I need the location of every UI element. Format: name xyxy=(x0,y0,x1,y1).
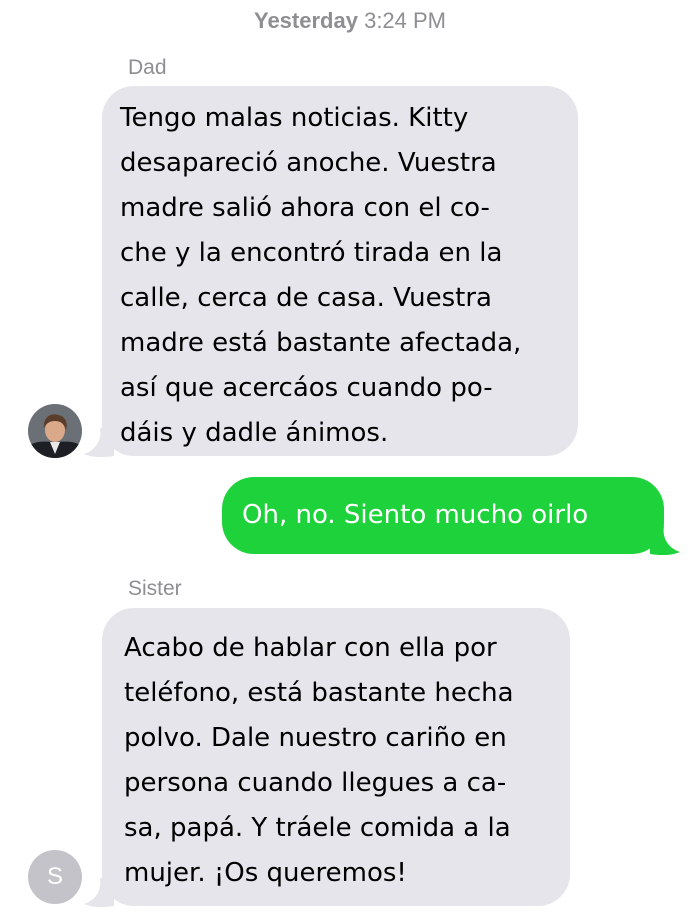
message-line: desapareció anoche. Vuestra xyxy=(120,148,497,178)
message-line: madre está bastante afectada, xyxy=(120,328,522,358)
person-photo-icon xyxy=(28,404,82,458)
message-line: Acabo de hablar con ella por xyxy=(124,633,497,663)
sender-name-sister: Sister xyxy=(128,577,182,600)
message-line: teléfono, está bastante hecha xyxy=(124,678,514,708)
avatar-letter: S xyxy=(46,863,63,890)
message-line: madre salió ahora con el co- xyxy=(120,193,490,223)
avatar-sister[interactable]: S xyxy=(28,850,82,904)
message-line: Tengo malas noticias. Kitty xyxy=(120,103,469,133)
message-bubble-sister[interactable]: Acabo de hablar con ella por teléfono, e… xyxy=(102,608,570,906)
timestamp-day: Yesterday xyxy=(253,8,358,33)
message-line: sa, papá. Y tráele comida a la xyxy=(124,813,511,843)
conversation-timestamp: Yesterday 3:24 PM xyxy=(0,8,700,34)
message-line: che y la encontró tirada en la xyxy=(120,238,503,268)
message-bubble-outgoing[interactable]: Oh, no. Siento mucho oirlo xyxy=(222,477,664,554)
message-line: calle, cerca de casa. Vuestra xyxy=(120,283,492,313)
message-line: polvo. Dale nuestro cariño en xyxy=(124,723,507,753)
message-line: mujer. ¡Os queremos! xyxy=(124,858,407,888)
message-line: Oh, no. Siento mucho oirlo xyxy=(242,500,589,530)
timestamp-time: 3:24 PM xyxy=(364,8,447,33)
message-line: dáis y dadle ánimos. xyxy=(120,418,389,448)
avatar-dad[interactable] xyxy=(28,404,82,458)
message-bubble-dad[interactable]: Tengo malas noticias. Kitty desapareció … xyxy=(102,86,578,456)
message-line: así que acercáos cuando po- xyxy=(120,373,493,403)
sender-name-dad: Dad xyxy=(128,56,167,79)
message-line: persona cuando llegues a ca- xyxy=(124,768,507,798)
